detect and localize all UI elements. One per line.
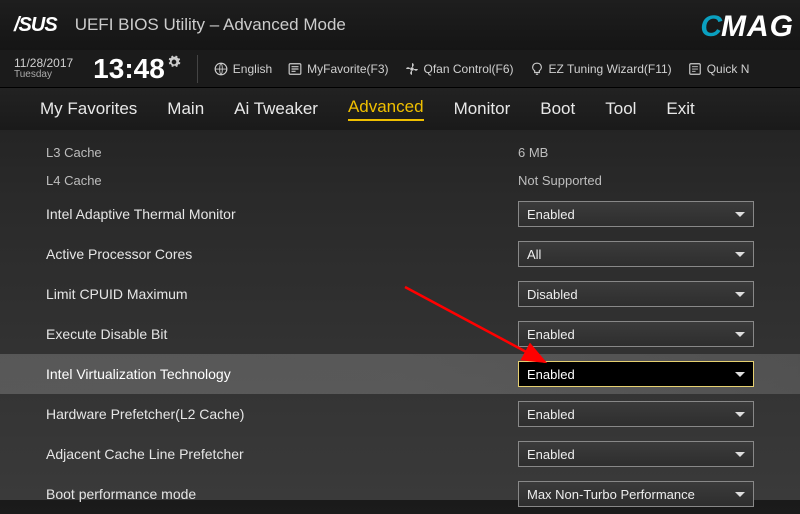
list-icon bbox=[288, 62, 302, 76]
tab-tool[interactable]: Tool bbox=[605, 99, 636, 119]
setting-row[interactable]: Limit CPUID Maximum Disabled bbox=[0, 274, 800, 314]
dropdown-value: Enabled bbox=[527, 367, 575, 382]
setting-label: Hardware Prefetcher(L2 Cache) bbox=[46, 406, 518, 422]
gear-icon[interactable] bbox=[167, 55, 181, 69]
setting-row[interactable]: Execute Disable Bit Enabled bbox=[0, 314, 800, 354]
dropdown-value: Enabled bbox=[527, 407, 575, 422]
globe-icon bbox=[214, 62, 228, 76]
tab-my-favorites[interactable]: My Favorites bbox=[40, 99, 137, 119]
dropdown-value: Enabled bbox=[527, 327, 575, 342]
day-text: Tuesday bbox=[14, 69, 73, 80]
date-text: 11/28/2017 bbox=[14, 57, 73, 70]
setting-row[interactable]: Boot performance modeMax Non-Turbo Perfo… bbox=[0, 474, 800, 514]
chevron-down-icon bbox=[735, 212, 745, 217]
brand-c: C bbox=[700, 10, 723, 44]
chevron-down-icon bbox=[735, 332, 745, 337]
tab-ai-tweaker[interactable]: Ai Tweaker bbox=[234, 99, 318, 119]
info-bar: 11/28/2017 Tuesday 13:48 English MyFavor… bbox=[0, 50, 800, 88]
tab-exit[interactable]: Exit bbox=[666, 99, 694, 119]
chevron-down-icon bbox=[735, 452, 745, 457]
tab-main[interactable]: Main bbox=[167, 99, 204, 119]
tab-monitor[interactable]: Monitor bbox=[454, 99, 511, 119]
setting-label: Active Processor Cores bbox=[46, 246, 518, 262]
chevron-down-icon bbox=[735, 252, 745, 257]
quicknote-button[interactable]: Quick N bbox=[688, 62, 750, 76]
setting-dropdown[interactable]: All bbox=[518, 241, 754, 267]
info-row: L4 CacheNot Supported bbox=[0, 166, 800, 194]
info-row: L3 Cache6 MB bbox=[0, 138, 800, 166]
vendor-logo: /SUS bbox=[14, 14, 57, 37]
setting-dropdown[interactable]: Enabled bbox=[518, 201, 754, 227]
setting-row[interactable]: Intel Virtualization Technology Enabled bbox=[0, 354, 800, 394]
header-bar: /SUS UEFI BIOS Utility – Advanced Mode bbox=[0, 0, 800, 50]
myfavorite-button[interactable]: MyFavorite(F3) bbox=[288, 62, 388, 76]
window-title: UEFI BIOS Utility – Advanced Mode bbox=[75, 15, 346, 35]
dropdown-value: Enabled bbox=[527, 207, 575, 222]
time-text: 13:48 bbox=[93, 53, 181, 85]
fan-icon bbox=[405, 62, 419, 76]
tab-advanced[interactable]: Advanced bbox=[348, 97, 424, 121]
setting-dropdown[interactable]: Enabled bbox=[518, 401, 754, 427]
separator bbox=[197, 55, 198, 83]
info-value: 6 MB bbox=[518, 145, 754, 160]
qfan-button[interactable]: Qfan Control(F6) bbox=[405, 62, 514, 76]
setting-label: Limit CPUID Maximum bbox=[46, 286, 518, 302]
dropdown-value: Disabled bbox=[527, 287, 578, 302]
watermark-brand: C MAG bbox=[700, 10, 794, 44]
setting-dropdown[interactable]: Enabled bbox=[518, 441, 754, 467]
dropdown-value: All bbox=[527, 247, 541, 262]
setting-label: Intel Virtualization Technology bbox=[46, 366, 518, 382]
chevron-down-icon bbox=[735, 412, 745, 417]
setting-row[interactable]: Hardware Prefetcher(L2 Cache) Enabled bbox=[0, 394, 800, 434]
bulb-icon bbox=[530, 62, 544, 76]
chevron-down-icon bbox=[735, 372, 745, 377]
setting-label: Adjacent Cache Line Prefetcher bbox=[46, 446, 518, 462]
info-value: Not Supported bbox=[518, 173, 754, 188]
datetime-block: 11/28/2017 Tuesday bbox=[14, 57, 73, 81]
setting-label: L4 Cache bbox=[46, 173, 518, 188]
brand-rest: MAG bbox=[721, 10, 794, 44]
note-icon bbox=[688, 62, 702, 76]
dropdown-value: Enabled bbox=[527, 447, 575, 462]
setting-dropdown[interactable]: Enabled bbox=[518, 361, 754, 387]
settings-list: L3 Cache6 MBL4 CacheNot SupportedIntel A… bbox=[0, 130, 800, 514]
setting-label: L3 Cache bbox=[46, 145, 518, 160]
eztuning-button[interactable]: EZ Tuning Wizard(F11) bbox=[530, 62, 672, 76]
setting-dropdown[interactable]: Max Non-Turbo Performance bbox=[518, 481, 754, 507]
setting-row[interactable]: Adjacent Cache Line Prefetcher Enabled bbox=[0, 434, 800, 474]
setting-label: Execute Disable Bit bbox=[46, 326, 518, 342]
setting-dropdown[interactable]: Disabled bbox=[518, 281, 754, 307]
tab-bar: My Favorites Main Ai Tweaker Advanced Monito… bbox=[0, 88, 800, 130]
language-button[interactable]: English bbox=[214, 62, 272, 76]
setting-row[interactable]: Intel Adaptive Thermal Monitor Enabled bbox=[0, 194, 800, 234]
tab-boot[interactable]: Boot bbox=[540, 99, 575, 119]
chevron-down-icon bbox=[735, 492, 745, 497]
setting-dropdown[interactable]: Enabled bbox=[518, 321, 754, 347]
dropdown-value: Max Non-Turbo Performance bbox=[527, 487, 695, 502]
setting-row[interactable]: Active Processor Cores All bbox=[0, 234, 800, 274]
setting-label: Intel Adaptive Thermal Monitor bbox=[46, 206, 518, 222]
chevron-down-icon bbox=[735, 292, 745, 297]
